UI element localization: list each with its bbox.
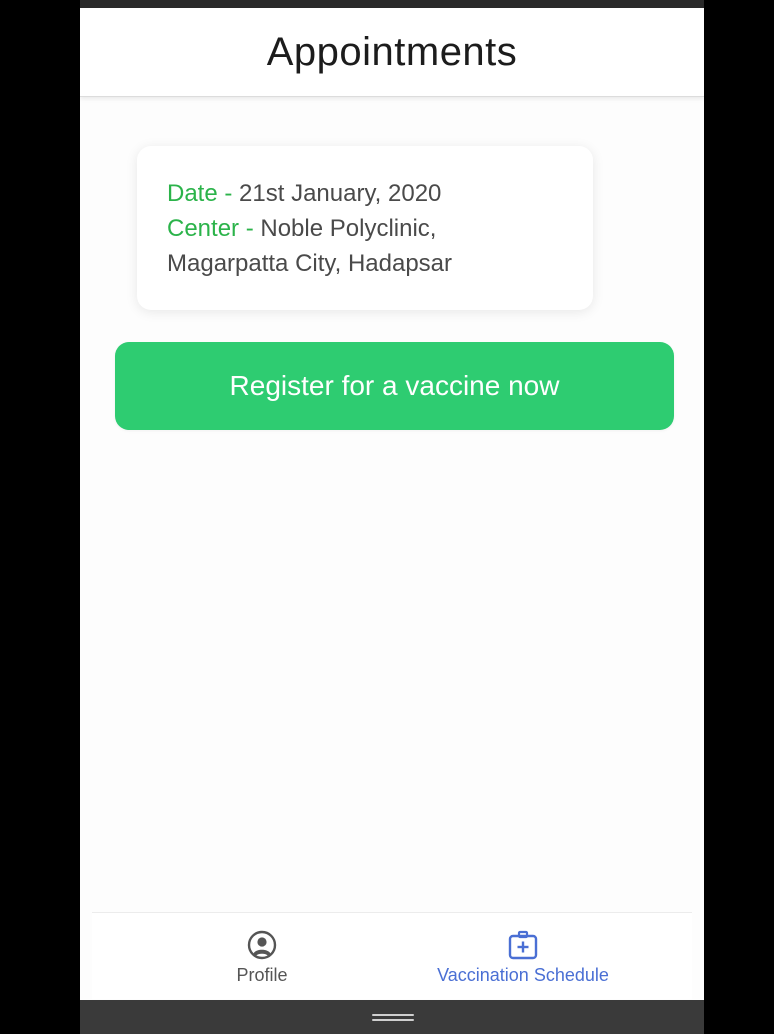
bottom-navigation: Profile Vaccination Schedule xyxy=(92,912,692,999)
register-vaccine-button[interactable]: Register for a vaccine now xyxy=(115,342,674,430)
user-circle-icon xyxy=(246,929,278,961)
center-label: Center - xyxy=(167,215,261,242)
nav-label-profile: Profile xyxy=(236,965,288,985)
phone-screen: Appointments Date - 21st January, 2020 C… xyxy=(80,0,704,1034)
page-title: Appointments xyxy=(266,29,518,74)
system-gesture-bar xyxy=(80,1000,704,1034)
date-label: Date - xyxy=(167,180,240,207)
gesture-handle[interactable] xyxy=(372,1014,414,1022)
appointment-center-row: Center - Noble Polyclinic, Magarpatta Ci… xyxy=(167,211,563,281)
appointment-card: Date - 21st January, 2020 Center - Noble… xyxy=(137,146,593,310)
nav-item-vaccination-schedule[interactable]: Vaccination Schedule xyxy=(402,929,644,986)
top-status-strip xyxy=(80,0,704,8)
date-value: 21st January, 2020 xyxy=(239,180,442,207)
appointment-date-row: Date - 21st January, 2020 xyxy=(167,176,563,211)
nav-item-profile[interactable]: Profile xyxy=(222,929,302,986)
app-header: Appointments xyxy=(80,8,704,97)
nav-label-vaccination-schedule: Vaccination Schedule xyxy=(437,965,609,985)
medical-kit-icon xyxy=(507,929,539,961)
